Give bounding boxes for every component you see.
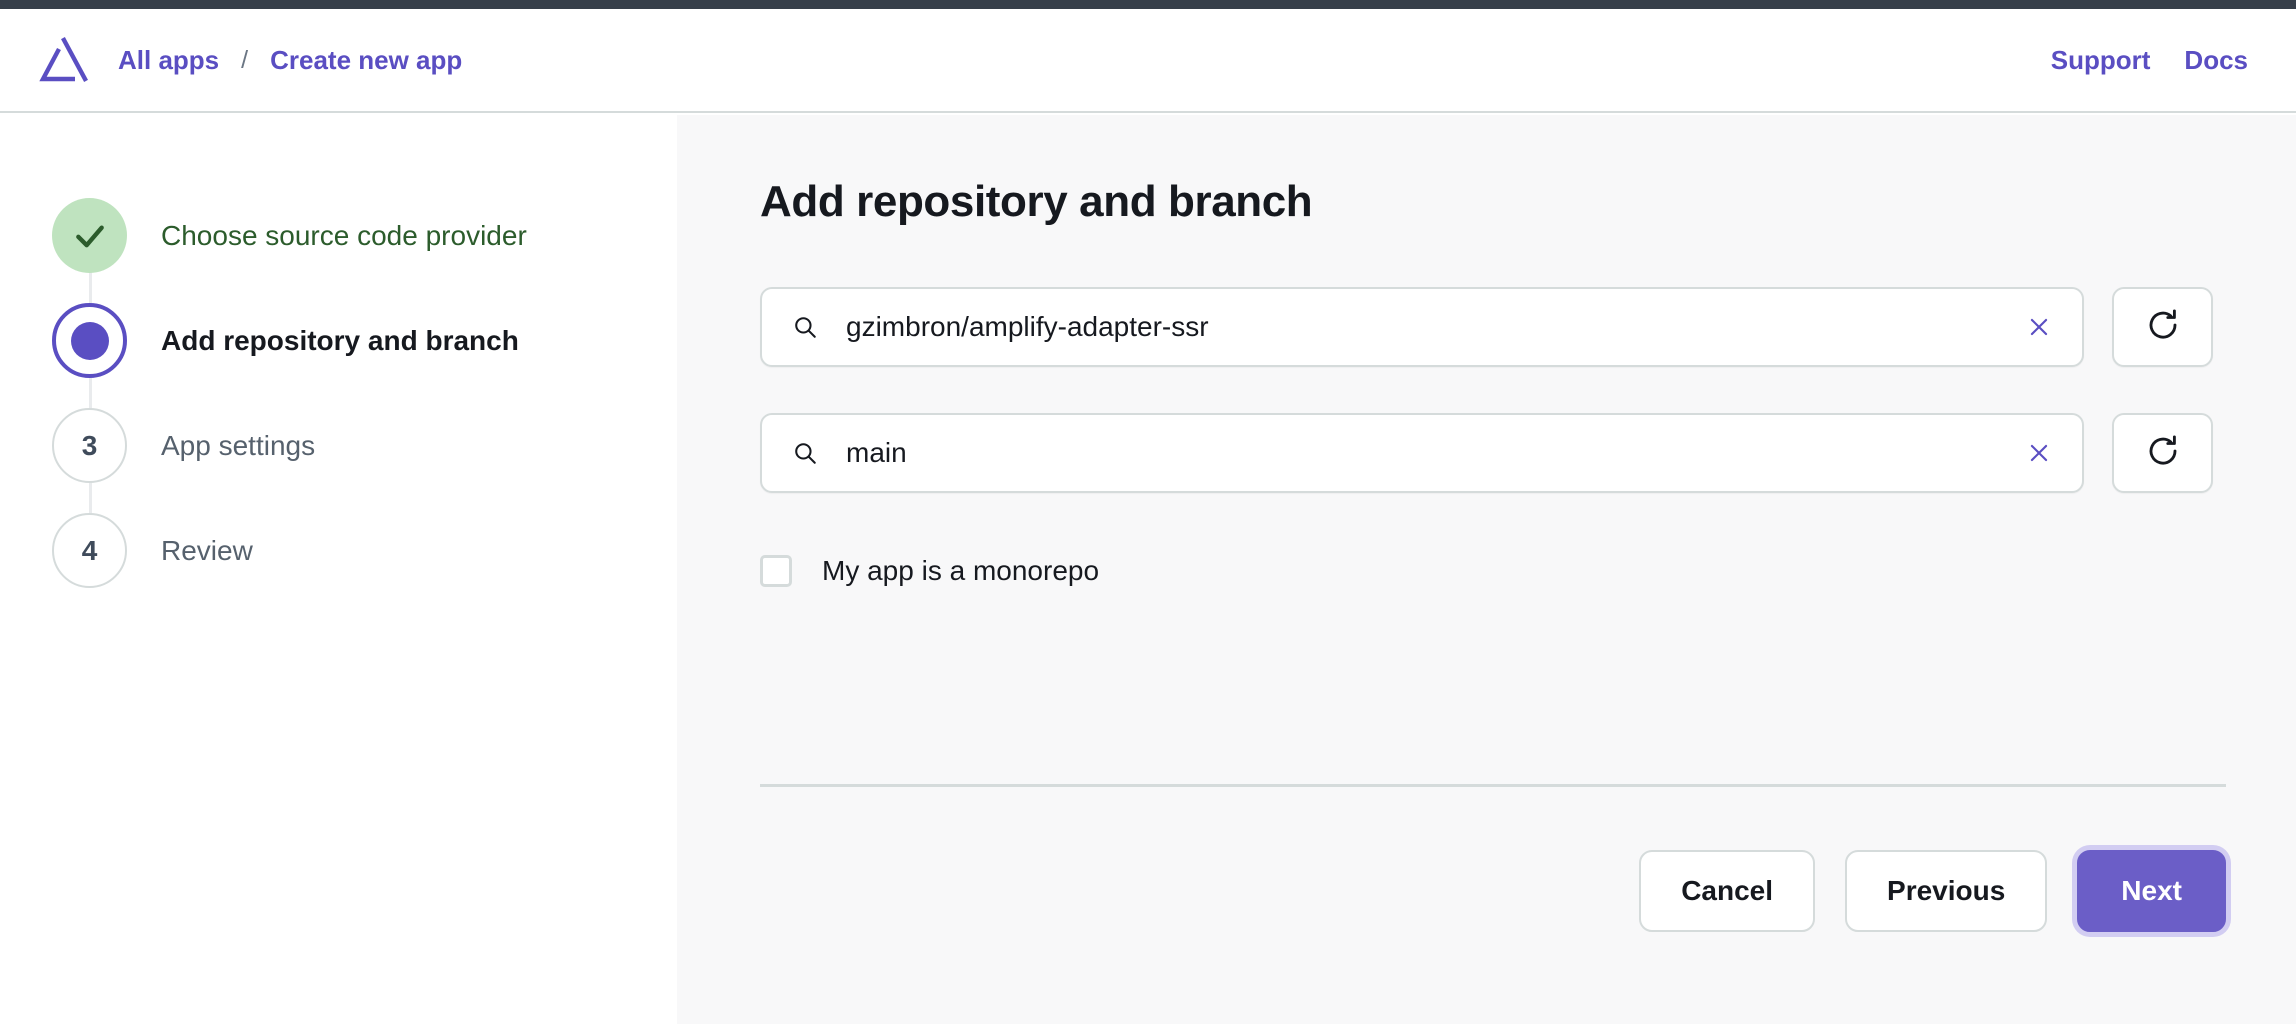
header-links: Support Docs <box>2051 45 2248 76</box>
section-divider <box>760 784 2226 787</box>
amplify-logo-icon[interactable] <box>38 34 90 86</box>
wizard-sidebar: Choose source code provider Add reposito… <box>0 115 677 1024</box>
repository-field-row: gzimbron/amplify-adapter-ssr <box>760 287 2236 367</box>
support-link[interactable]: Support <box>2051 45 2151 76</box>
wizard-actions: Cancel Previous Next <box>760 850 2226 932</box>
next-button[interactable]: Next <box>2077 850 2226 932</box>
previous-button[interactable]: Previous <box>1845 850 2048 932</box>
sidebar-step-label: Review <box>161 534 253 566</box>
sidebar-step-choose-source-code-provider[interactable]: Choose source code provider <box>0 183 677 340</box>
repository-search-input[interactable]: gzimbron/amplify-adapter-ssr <box>760 287 2084 367</box>
branch-field-row: main <box>760 413 2236 493</box>
branch-search-input[interactable]: main <box>760 413 2084 493</box>
refresh-branches-button[interactable] <box>2112 413 2213 493</box>
sidebar-step-label: App settings <box>161 429 316 461</box>
cancel-button[interactable]: Cancel <box>1639 850 1816 932</box>
filled-dot-icon <box>52 303 127 378</box>
refresh-icon <box>2145 433 2181 474</box>
check-icon <box>52 198 127 273</box>
docs-link[interactable]: Docs <box>2184 45 2248 76</box>
step-number: 3 <box>81 429 98 461</box>
top-accent-bar <box>0 0 2296 9</box>
breadcrumb: All apps / Create new app <box>118 45 462 76</box>
clear-branch-button[interactable] <box>2018 432 2060 474</box>
search-icon <box>792 440 818 466</box>
breadcrumb-all-apps[interactable]: All apps <box>118 45 219 76</box>
clear-repository-button[interactable] <box>2018 306 2060 348</box>
breadcrumb-create-new-app[interactable]: Create new app <box>270 45 462 76</box>
sidebar-step-review[interactable]: 4 Review <box>0 498 677 603</box>
step-number: 4 <box>81 534 98 566</box>
sidebar-step-label: Choose source code provider <box>161 219 527 251</box>
repository-value: gzimbron/amplify-adapter-ssr <box>846 311 1209 342</box>
monorepo-checkbox[interactable] <box>760 555 792 587</box>
sidebar-step-add-repository-and-branch[interactable]: Add repository and branch <box>0 288 677 445</box>
page-body: Choose source code provider Add reposito… <box>0 115 2296 1024</box>
step-number-badge: 3 <box>52 408 127 483</box>
branch-value: main <box>846 437 907 468</box>
wizard-steps: Choose source code provider Add reposito… <box>0 183 677 603</box>
sidebar-step-app-settings[interactable]: 3 App settings <box>0 393 677 550</box>
main-content: Add repository and branch gzimbron/ampli… <box>677 115 2296 1024</box>
sidebar-step-label: Add repository and branch <box>161 324 519 356</box>
monorepo-checkbox-row: My app is a monorepo <box>760 555 2236 587</box>
breadcrumb-separator: / <box>241 45 249 74</box>
step-number-badge: 4 <box>52 513 127 588</box>
search-icon <box>792 314 818 340</box>
monorepo-checkbox-label[interactable]: My app is a monorepo <box>822 555 1099 587</box>
refresh-repositories-button[interactable] <box>2112 287 2213 367</box>
page-title: Add repository and branch <box>760 177 1313 226</box>
refresh-icon <box>2145 307 2181 348</box>
app-header: All apps / Create new app Support Docs <box>0 9 2296 113</box>
